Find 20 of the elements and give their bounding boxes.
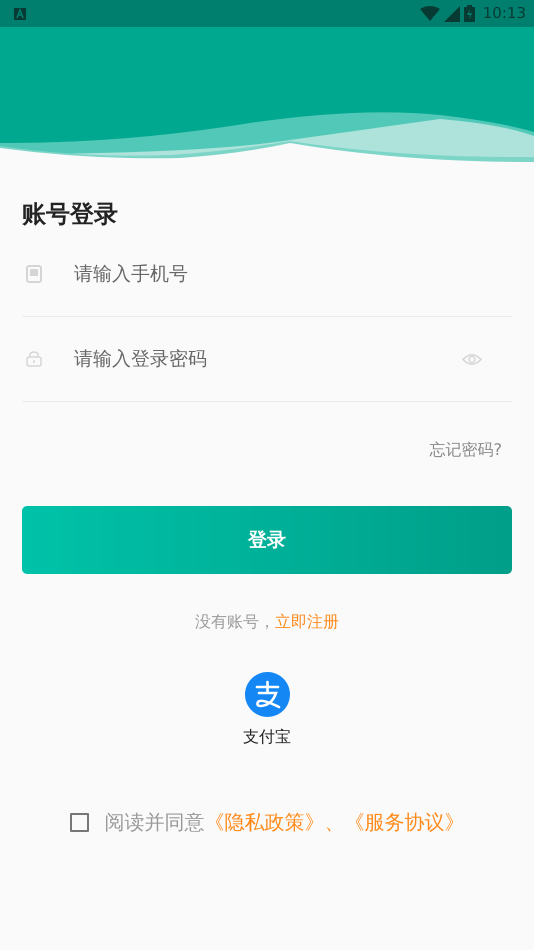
password-field[interactable]: 请输入登录密码	[74, 344, 462, 374]
phone-icon	[26, 265, 42, 283]
keyboard-icon	[14, 8, 26, 20]
agreement-text: 阅读并同意《隐私政策》、《服务协议》	[104, 809, 464, 836]
login-button[interactable]: 登录	[22, 506, 512, 574]
forgot-password-link[interactable]: 忘记密码?	[430, 438, 502, 462]
payment-option-label: 支付宝	[243, 726, 291, 748]
page-title: 账号登录	[22, 199, 119, 230]
register-prompt: 没有账号，立即注册	[195, 612, 339, 631]
battery-icon	[464, 5, 475, 22]
signal-icon	[444, 6, 460, 22]
service-agreement-link[interactable]: 《服务协议》	[344, 810, 464, 834]
payment-logo-icon[interactable]	[244, 672, 290, 717]
clock: 10:13	[482, 3, 526, 24]
wifi-icon	[420, 6, 440, 21]
agreement-checkbox[interactable]	[70, 812, 88, 832]
phone-field[interactable]: 请输入手机号	[74, 260, 512, 288]
privacy-policy-link[interactable]: 《隐私政策》	[204, 810, 324, 834]
lock-icon	[26, 351, 42, 367]
register-link[interactable]: 立即注册	[275, 612, 339, 631]
